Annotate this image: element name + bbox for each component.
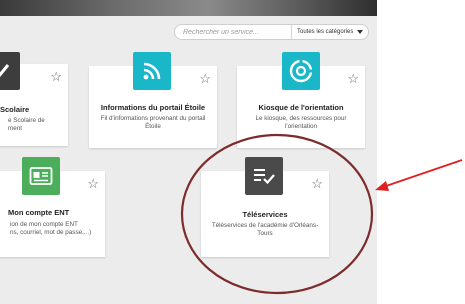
highlight-circle bbox=[180, 133, 374, 295]
pointer-arrow bbox=[385, 159, 463, 187]
arrow-head-icon bbox=[375, 181, 389, 191]
annotation-overlay bbox=[180, 133, 463, 295]
